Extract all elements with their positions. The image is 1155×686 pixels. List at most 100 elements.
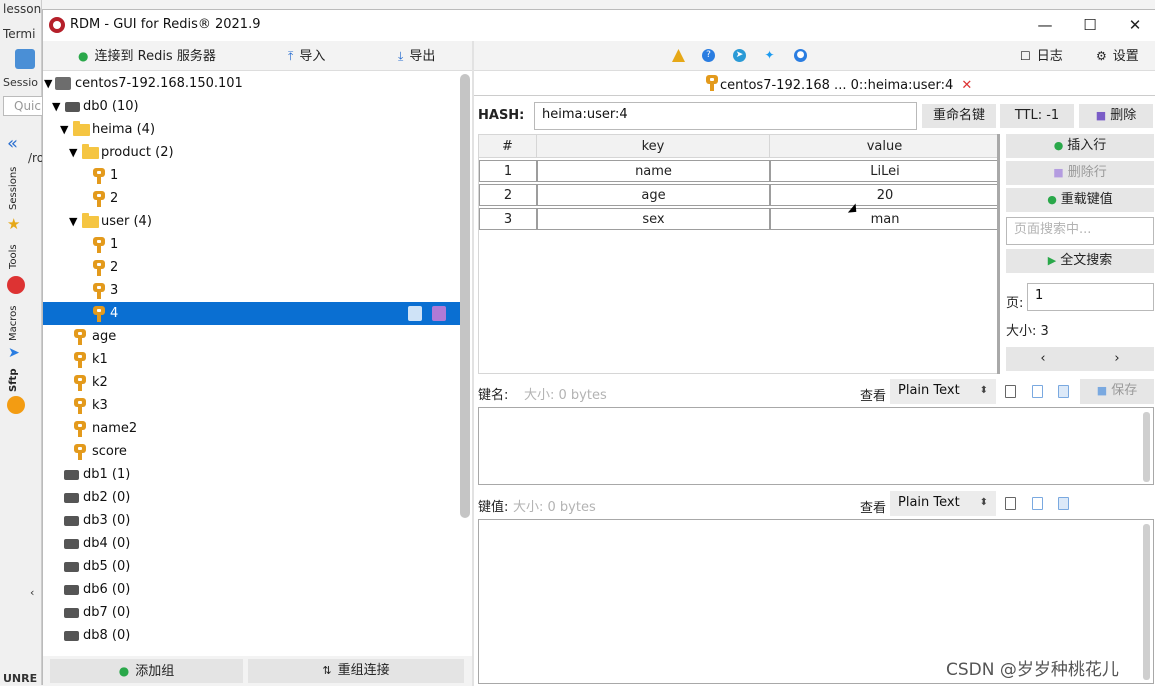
tree-key-row[interactable]: score [43,440,464,463]
tree-db-row[interactable]: db2 (0) [43,486,464,509]
tree-key-row[interactable]: 3 [43,279,464,302]
page-input[interactable]: 1 [1027,283,1154,311]
expand-arrow-icon[interactable]: ▼ [44,72,52,95]
key-editor-scrollbar[interactable] [1143,412,1150,482]
vtab-sftp[interactable]: Sftp [8,369,24,393]
delete-row-button[interactable]: ■ 删除行 [1006,161,1154,185]
delete-key-button[interactable]: ■ 删除 [1079,104,1153,128]
tree-db-row[interactable]: db5 (0) [43,555,464,578]
scroll-left-icon[interactable]: ‹ [30,586,34,599]
settings-button[interactable]: ⚙ 设置 [1096,46,1139,66]
expand-arrow-icon[interactable]: ▼ [52,95,60,118]
tree-server-row[interactable]: ▼ centos7-192.168.150.101 [43,72,464,95]
log-button[interactable]: ☐ 日志 [1020,46,1063,66]
prev-page-button[interactable]: ‹ [1006,347,1080,371]
send-icon[interactable]: ➤ [8,345,20,361]
export-button[interactable]: ⤓ 导出 [398,46,435,66]
col-header-key[interactable]: key [537,135,770,158]
reconnect-button[interactable]: ⇅ 重组连接 [248,659,464,683]
copy-icon[interactable] [1005,385,1016,398]
full-search-button[interactable]: ▶ 全文搜索 [1006,249,1154,273]
col-header-num[interactable]: # [479,135,537,158]
row-key-cell[interactable]: sex [537,208,770,230]
row-key-cell[interactable]: age [537,184,770,206]
delete-key-icon[interactable] [432,306,446,321]
copy-icon[interactable] [1005,497,1016,510]
key-name-input[interactable]: heima:user:4 [534,102,917,130]
tree-key-row-selected[interactable]: 4 [43,302,464,325]
expand-arrow-icon[interactable]: ▼ [69,141,77,164]
value-editor-scrollbar[interactable] [1143,524,1150,680]
bg-session-label[interactable]: Sessio [3,76,43,89]
tree-db-row[interactable]: db8 (0) [43,624,464,647]
session-icon[interactable] [15,49,35,69]
tools-icon[interactable] [7,276,25,294]
row-value-cell[interactable]: 20 [770,184,1000,206]
tab-close-icon[interactable]: ✕ [961,78,972,93]
tree-db-row[interactable]: db1 (1) [43,463,464,486]
ttl-button[interactable]: TTL: -1 [1000,104,1074,128]
add-group-button[interactable]: ● 添加组 [50,659,243,683]
col-header-value[interactable]: value [770,135,1000,158]
tree-key-row[interactable]: k2 [43,371,464,394]
tree-db-row[interactable]: db7 (0) [43,601,464,624]
key-editor-textarea[interactable] [478,407,1154,485]
tree-key-row[interactable]: 1 [43,164,464,187]
expand-arrow-icon[interactable]: ▼ [69,210,77,233]
code-icon[interactable] [1032,497,1043,510]
tree-key-row[interactable]: k3 [43,394,464,417]
maximize-button[interactable]: ☐ [1067,12,1113,38]
tree-key-row[interactable]: name2 [43,417,464,440]
tree-user-row[interactable]: ▼ user (4) [43,210,464,233]
connect-server-button[interactable]: ● 连接到 Redis 服务器 [78,46,216,66]
tree-scrollbar[interactable] [460,74,470,518]
format-icon[interactable] [1058,497,1069,510]
tab-key[interactable]: centos7-192.168 ... 0::heima:user:4 ✕ [706,73,972,94]
key-format-select[interactable]: Plain Text ⬍ [890,379,996,404]
vtab-tools[interactable]: Tools [8,242,24,272]
tree-heima-row[interactable]: ▼ heima (4) [43,118,464,141]
minimize-button[interactable]: — [1022,12,1068,38]
tree-db-row[interactable]: db6 (0) [43,578,464,601]
value-format-select[interactable]: Plain Text ⬍ [890,491,996,516]
tree-db-row[interactable]: db4 (0) [43,532,464,555]
row-num-cell[interactable]: 2 [479,184,537,206]
close-window-button[interactable]: ✕ [1112,12,1155,38]
bg-quick-connect[interactable]: Quic [3,96,43,116]
tree-db-row[interactable]: db3 (0) [43,509,464,532]
rename-key-button[interactable]: 重命名键 [922,104,996,128]
row-key-cell[interactable]: name [537,160,770,182]
tree-product-row[interactable]: ▼ product (2) [43,141,464,164]
tree-key-row[interactable]: 2 [43,256,464,279]
vtab-sessions[interactable]: Sessions [8,166,24,210]
copy-key-icon[interactable] [408,306,422,321]
bg-terminal-label[interactable]: Termi [3,27,43,41]
help-icon[interactable]: ? [702,49,715,62]
row-num-cell[interactable]: 3 [479,208,537,230]
tree-key-row[interactable]: k1 [43,348,464,371]
import-button[interactable]: ⤒ 导入 [288,46,325,66]
row-num-cell[interactable]: 1 [479,160,537,182]
row-value-cell[interactable]: LiLei [770,160,1000,182]
tree-db0-row[interactable]: ▼ db0 (10) [43,95,464,118]
table-scrollbar[interactable] [997,134,1000,374]
reload-value-button[interactable]: ● 重载键值 [1006,188,1154,212]
page-search-input[interactable]: 页面搜索中... [1006,217,1154,245]
expand-arrow-icon[interactable]: ▼ [60,118,68,141]
twitter-icon[interactable]: ✦ [763,49,776,62]
star-icon[interactable]: ★ [7,215,20,233]
sftp-icon[interactable] [7,396,25,414]
collapse-icon[interactable]: « [7,133,18,154]
warning-icon[interactable] [672,49,685,62]
row-value-cell[interactable]: man [770,208,1000,230]
vtab-macros[interactable]: Macros [8,305,24,341]
tree-key-row[interactable]: 1 [43,233,464,256]
tree-key-row[interactable]: age [43,325,464,348]
github-icon[interactable]: ● [794,49,807,62]
telegram-icon[interactable]: ➤ [733,49,746,62]
format-icon[interactable] [1058,385,1069,398]
next-page-button[interactable]: › [1080,347,1154,371]
code-icon[interactable] [1032,385,1043,398]
save-key-button[interactable]: ■ 保存 [1080,379,1154,404]
insert-row-button[interactable]: ● 插入行 [1006,134,1154,158]
